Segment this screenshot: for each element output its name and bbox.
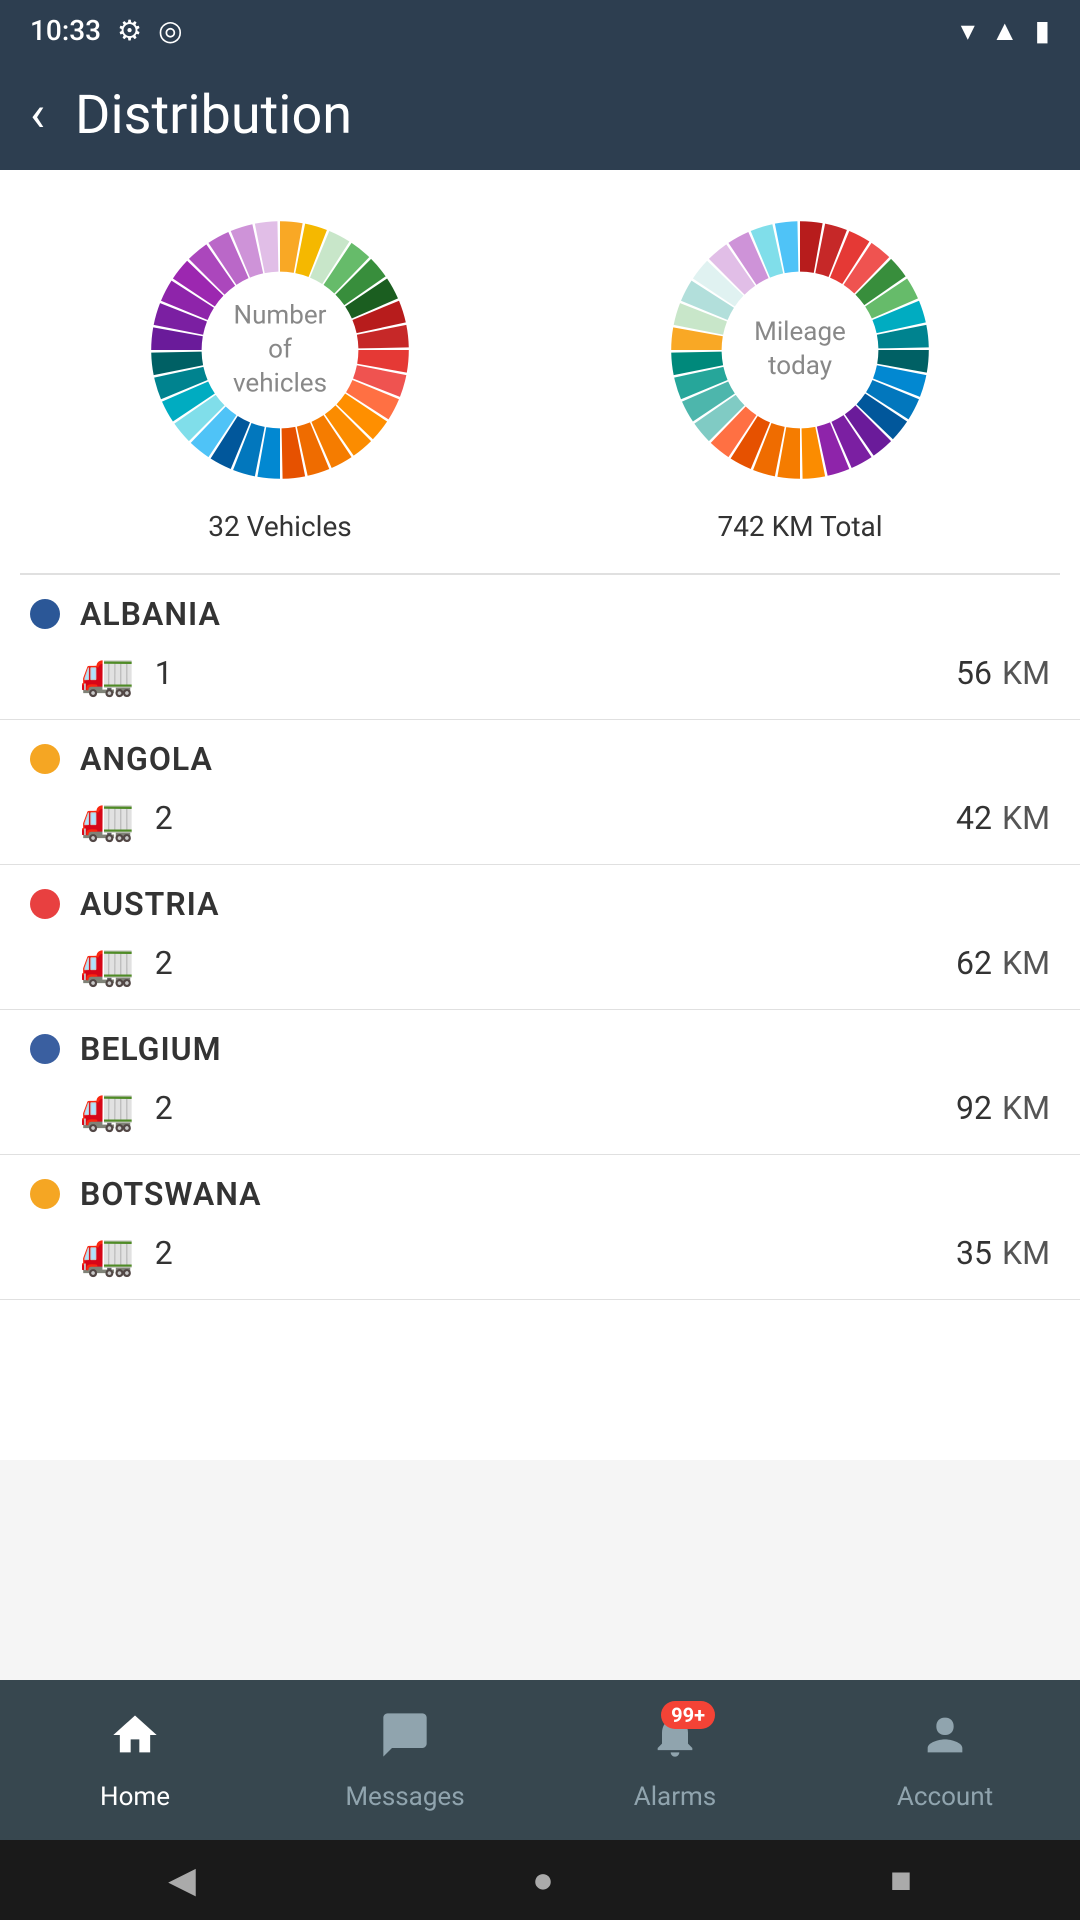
country-color-dot (30, 1034, 60, 1064)
vehicle-count: 1 (155, 654, 173, 692)
bottom-nav: Home Messages 99+ Alarms Account (0, 1680, 1080, 1840)
home-android-button[interactable]: ● (532, 1859, 554, 1901)
mileage-value: 42 (956, 799, 992, 837)
country-detail: 🚛 2 62 KM (30, 937, 1050, 989)
settings-icon: ⚙ (117, 14, 142, 47)
vehicle-info: 🚛 2 (80, 937, 173, 989)
vehicle-info: 🚛 2 (80, 792, 173, 844)
country-name: BELGIUM (80, 1030, 222, 1068)
country-item: ANGOLA 🚛 2 42 KM (0, 720, 1080, 865)
vehicle-info: 🚛 1 (80, 647, 173, 699)
vehicles-donut: Number of vehicles (140, 210, 420, 490)
home-nav-label: Home (100, 1782, 170, 1812)
nav-item-account[interactable]: Account (810, 1709, 1080, 1812)
country-name: ANGOLA (80, 740, 213, 778)
mileage-donut-svg (660, 210, 940, 490)
account-nav-icon (919, 1709, 971, 1774)
mileage-info: 92 KM (956, 1089, 1050, 1127)
country-item: AUSTRIA 🚛 2 62 KM (0, 865, 1080, 1010)
nav-badge: 99+ (661, 1701, 715, 1729)
time-display: 10:33 (30, 14, 101, 47)
mileage-info: 56 KM (956, 654, 1050, 692)
nav-item-home[interactable]: Home (0, 1709, 270, 1812)
country-color-dot (30, 599, 60, 629)
circle-icon: ◎ (158, 14, 182, 47)
nav-item-alarms[interactable]: 99+ Alarms (540, 1709, 810, 1812)
nav-item-messages[interactable]: Messages (270, 1709, 540, 1812)
vehicle-info: 🚛 2 (80, 1227, 173, 1279)
vehicle-count: 2 (155, 1234, 173, 1272)
mileage-info: 62 KM (956, 944, 1050, 982)
mileage-value: 35 (956, 1234, 992, 1272)
mileage-donut: Mileage today (660, 210, 940, 490)
vehicles-total: 32 Vehicles (208, 510, 352, 543)
country-item: BOTSWANA 🚛 2 35 KM (0, 1155, 1080, 1300)
mileage-info: 42 KM (956, 799, 1050, 837)
alarms-nav-label: Alarms (634, 1782, 716, 1812)
mileage-unit: KM (1002, 1089, 1050, 1127)
vehicles-donut-svg (140, 210, 420, 490)
country-name: BOTSWANA (80, 1175, 262, 1213)
country-item: BELGIUM 🚛 2 92 KM (0, 1010, 1080, 1155)
account-nav-label: Account (897, 1782, 993, 1812)
page-title: Distribution (75, 84, 352, 147)
signal-icon: ▲ (991, 14, 1019, 47)
mileage-unit: KM (1002, 654, 1050, 692)
back-button[interactable]: ‹ (30, 90, 45, 140)
country-header: ALBANIA (30, 595, 1050, 633)
vehicle-info: 🚛 2 (80, 1082, 173, 1134)
country-header: BOTSWANA (30, 1175, 1050, 1213)
country-color-dot (30, 744, 60, 774)
country-header: AUSTRIA (30, 885, 1050, 923)
country-color-dot (30, 889, 60, 919)
country-detail: 🚛 2 92 KM (30, 1082, 1050, 1134)
header: ‹ Distribution (0, 60, 1080, 170)
vehicle-count: 2 (155, 1089, 173, 1127)
country-list: ALBANIA 🚛 1 56 KM ANGOLA 🚛 2 (0, 575, 1080, 1300)
country-header: ANGOLA (30, 740, 1050, 778)
country-name: ALBANIA (80, 595, 221, 633)
country-detail: 🚛 1 56 KM (30, 647, 1050, 699)
main-content: Number of vehicles 32 Vehicles Mileage t… (0, 170, 1080, 1460)
country-header: BELGIUM (30, 1030, 1050, 1068)
mileage-chart: Mileage today 742 KM Total (660, 210, 940, 543)
messages-nav-label: Messages (345, 1782, 464, 1812)
mileage-unit: KM (1002, 944, 1050, 982)
vehicle-count: 2 (155, 944, 173, 982)
truck-icon: 🚛 (80, 937, 135, 989)
charts-section: Number of vehicles 32 Vehicles Mileage t… (0, 170, 1080, 573)
country-color-dot (30, 1179, 60, 1209)
mileage-info: 35 KM (956, 1234, 1050, 1272)
android-nav-bar: ◀ ● ■ (0, 1840, 1080, 1920)
messages-nav-icon (379, 1709, 431, 1774)
truck-icon: 🚛 (80, 1227, 135, 1279)
status-bar: 10:33 ⚙ ◎ ▾ ▲ ▮ (0, 0, 1080, 60)
country-name: AUSTRIA (80, 885, 219, 923)
vehicle-count: 2 (155, 799, 173, 837)
mileage-unit: KM (1002, 1234, 1050, 1272)
country-item: ALBANIA 🚛 1 56 KM (0, 575, 1080, 720)
mileage-value: 62 (956, 944, 992, 982)
truck-icon: 🚛 (80, 792, 135, 844)
truck-icon: 🚛 (80, 647, 135, 699)
truck-icon: 🚛 (80, 1082, 135, 1134)
mileage-value: 56 (956, 654, 992, 692)
recents-android-button[interactable]: ■ (890, 1859, 912, 1901)
country-detail: 🚛 2 42 KM (30, 792, 1050, 844)
back-android-button[interactable]: ◀ (168, 1859, 196, 1901)
country-detail: 🚛 2 35 KM (30, 1227, 1050, 1279)
mileage-value: 92 (956, 1089, 992, 1127)
mileage-total: 742 KM Total (717, 510, 882, 543)
home-nav-icon (109, 1709, 161, 1774)
mileage-unit: KM (1002, 799, 1050, 837)
battery-icon: ▮ (1035, 14, 1050, 47)
wifi-icon: ▾ (961, 14, 975, 47)
vehicles-chart: Number of vehicles 32 Vehicles (140, 210, 420, 543)
